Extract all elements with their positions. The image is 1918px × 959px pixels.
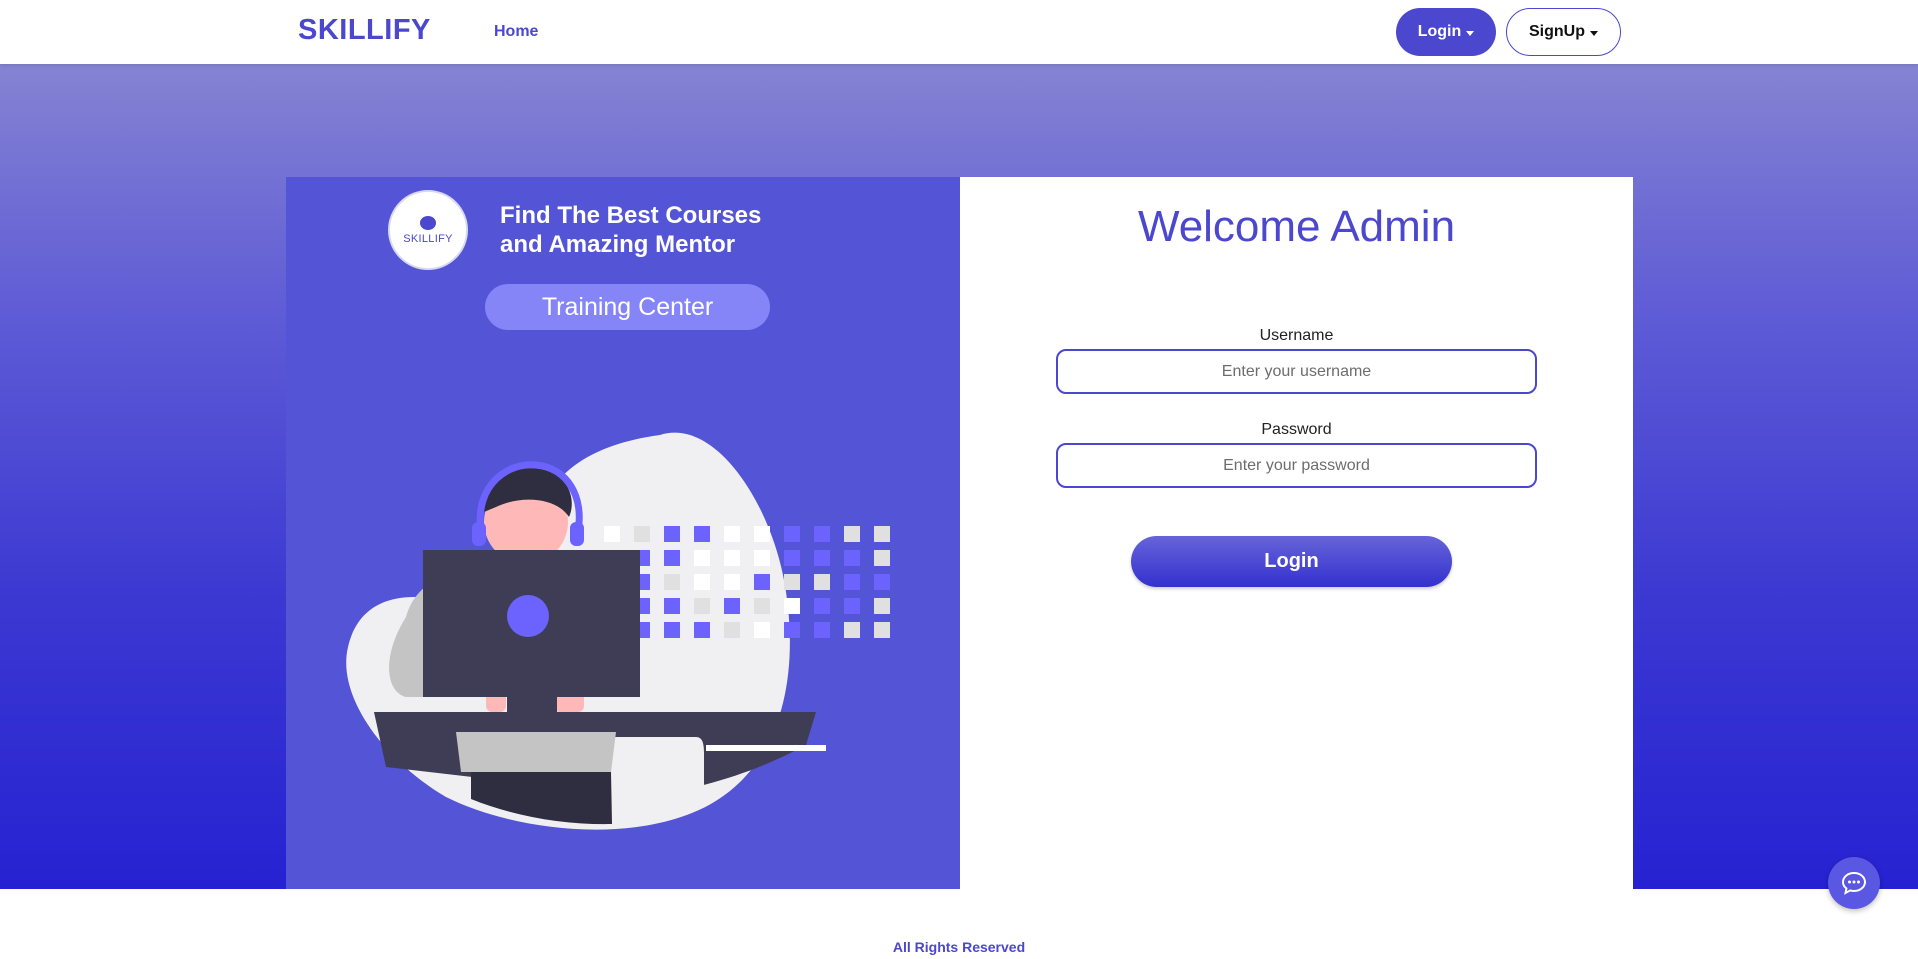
- signup-dropdown-button[interactable]: SignUp: [1506, 8, 1621, 56]
- top-navbar: SKILLIFY Home Login SignUp: [0, 0, 1918, 64]
- password-input[interactable]: [1056, 443, 1537, 488]
- brand-logo[interactable]: SKILLIFY: [298, 14, 431, 47]
- login-form-panel: Welcome Admin Username Password Login: [960, 177, 1633, 904]
- person-at-computer-illustration: [346, 432, 890, 830]
- login-submit-button[interactable]: Login: [1131, 536, 1452, 587]
- welcome-heading: Welcome Admin: [1137, 202, 1456, 251]
- login-dropdown-label: Login: [1417, 23, 1462, 40]
- brain-icon: [420, 215, 436, 230]
- promo-tagline: Find The Best Courses and Amazing Mentor: [500, 201, 820, 259]
- tagline-line-2: and Amazing Mentor: [500, 231, 736, 258]
- footer: All Rights Reserved: [0, 889, 1918, 959]
- chat-bubble-icon: [1841, 871, 1867, 895]
- password-label: Password: [1261, 421, 1332, 438]
- skillify-logo-badge: SKILLIFY: [388, 190, 468, 270]
- chevron-down-icon: [1466, 30, 1475, 36]
- promo-panel: SKILLIFY Find The Best Courses and Amazi…: [286, 177, 960, 904]
- tagline-line-1: Find The Best Courses: [500, 202, 762, 229]
- hero-section: SKILLIFY Find The Best Courses and Amazi…: [0, 64, 1918, 904]
- signup-dropdown-label: SignUp: [1529, 23, 1585, 40]
- training-center-badge: Training Center: [485, 284, 770, 330]
- login-card: SKILLIFY Find The Best Courses and Amazi…: [286, 177, 1633, 904]
- footer-copyright: All Rights Reserved: [892, 939, 1026, 955]
- username-label: Username: [1259, 327, 1334, 344]
- chat-button[interactable]: [1828, 857, 1880, 909]
- logo-badge-text: SKILLIFY: [403, 232, 453, 245]
- chevron-down-icon: [1590, 30, 1598, 36]
- nav-home-link[interactable]: Home: [494, 23, 538, 41]
- username-input[interactable]: [1056, 349, 1537, 394]
- login-dropdown-button[interactable]: Login: [1396, 8, 1496, 56]
